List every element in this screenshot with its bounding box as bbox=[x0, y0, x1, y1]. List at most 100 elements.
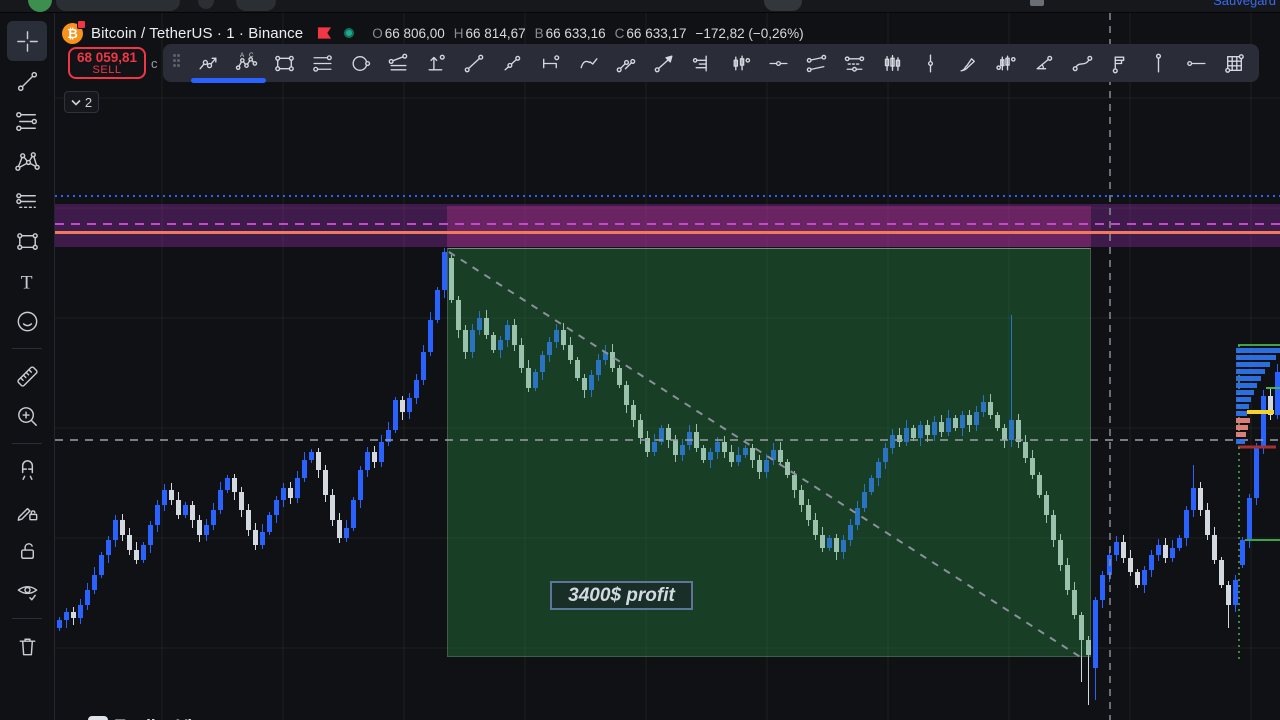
tool-growth-curve-icon[interactable] bbox=[1063, 44, 1101, 82]
remove-drawings-icon bbox=[19, 638, 35, 655]
volume-profile-bar bbox=[1236, 362, 1270, 367]
tool-brush-icon[interactable] bbox=[949, 44, 987, 82]
sell-price: 68 059,81 bbox=[76, 50, 138, 65]
tool-bar-pattern-icon[interactable] bbox=[987, 44, 1025, 82]
tool-bars-pattern-icon[interactable] bbox=[721, 44, 759, 82]
tool-zigzag-arrow-icon[interactable] bbox=[189, 44, 227, 82]
high-value: 66 814,67 bbox=[465, 25, 526, 41]
tool-parallel-channel-icon[interactable] bbox=[607, 44, 645, 82]
ruler-icon bbox=[16, 365, 38, 387]
sidebar-divider bbox=[12, 348, 42, 349]
sidebar-tool-emoji[interactable] bbox=[7, 301, 47, 341]
sidebar-tool-crosshair[interactable] bbox=[7, 21, 47, 61]
volume-profile-bar bbox=[1236, 369, 1265, 374]
high-label: H bbox=[453, 25, 464, 41]
tradingview-logo-mark bbox=[88, 716, 108, 720]
tradingview-chart-window: Sauvegard T 3400$ profit ₿ Bitcoin / Tet… bbox=[0, 0, 1280, 720]
volume-profile-bar bbox=[1236, 355, 1276, 360]
magnet-icon bbox=[21, 459, 33, 480]
sidebar-tool-text[interactable]: T bbox=[7, 261, 47, 301]
sidebar-tool-draw-lock[interactable] bbox=[7, 491, 47, 531]
sell-label: SELL bbox=[92, 64, 122, 77]
panel-icon[interactable] bbox=[1030, 0, 1044, 6]
fib-retracement-icon bbox=[15, 111, 37, 131]
sidebar-divider bbox=[12, 443, 42, 444]
long-short-position-icon bbox=[15, 192, 36, 208]
volume-profile-bar bbox=[1236, 397, 1251, 402]
emoji-icon bbox=[17, 311, 37, 331]
profit-text-label[interactable]: 3400$ profit bbox=[550, 581, 693, 610]
tool-volume-profile-icon[interactable] bbox=[683, 44, 721, 82]
drag-handle[interactable] bbox=[171, 54, 183, 72]
symbol-title[interactable]: Bitcoin / TetherUS · 1 · Binance bbox=[91, 25, 303, 42]
avatar[interactable] bbox=[28, 0, 52, 12]
tool-price-note-icon[interactable] bbox=[1101, 44, 1139, 82]
tool-ray-icon[interactable] bbox=[493, 44, 531, 82]
tool-arrow-marker-icon[interactable] bbox=[645, 44, 683, 82]
tool-circle-icon[interactable] bbox=[341, 44, 379, 82]
save-status[interactable]: Sauvegard bbox=[1213, 0, 1276, 8]
sidebar-tool-trend-line[interactable] bbox=[7, 61, 47, 101]
tool-vertical-line-icon[interactable] bbox=[911, 44, 949, 82]
bitcoin-logo-icon[interactable]: ₿ bbox=[62, 19, 86, 44]
tool-flat-channel-icon[interactable] bbox=[835, 44, 873, 82]
tool-fib-retracement-icon[interactable] bbox=[379, 44, 417, 82]
tool-disjoint-channel-icon[interactable] bbox=[797, 44, 835, 82]
close-label: C bbox=[614, 25, 625, 41]
tool-rectangle-icon[interactable] bbox=[265, 44, 303, 82]
trend-line-icon bbox=[17, 71, 37, 91]
plus-button[interactable] bbox=[764, 0, 802, 11]
layers-count-button[interactable]: 2 bbox=[64, 91, 99, 113]
sell-button[interactable]: 68 059,81 SELL bbox=[68, 47, 146, 79]
rectangle-icon bbox=[16, 232, 38, 250]
tool-long-position-icon[interactable] bbox=[417, 44, 455, 82]
sidebar-tool-xabcd-pattern[interactable] bbox=[7, 141, 47, 181]
tool-horizontal-line-icon[interactable] bbox=[759, 44, 797, 82]
volume-profile-bar bbox=[1236, 383, 1257, 388]
symbol-header: ₿ Bitcoin / TetherUS · 1 · Binance O 66 8… bbox=[62, 19, 804, 46]
pill-button[interactable] bbox=[236, 0, 276, 11]
flag-icon[interactable] bbox=[317, 26, 332, 40]
tool-trend-angle-icon[interactable] bbox=[1025, 44, 1063, 82]
tool-horizontal-ray-icon[interactable] bbox=[1177, 44, 1215, 82]
volume-profile-bar bbox=[1236, 425, 1248, 430]
sidebar-tool-ruler[interactable] bbox=[7, 356, 47, 396]
sidebar-tool-long-short-position[interactable] bbox=[7, 181, 47, 221]
tool-candles-pattern-icon[interactable] bbox=[873, 44, 911, 82]
low-label: B bbox=[534, 25, 544, 41]
close-value: 66 633,17 bbox=[626, 25, 687, 41]
crosshair-icon bbox=[16, 30, 38, 52]
tool-fixed-range-grid-icon[interactable] bbox=[1215, 44, 1253, 82]
tool-abc-pattern-icon[interactable]: AC bbox=[227, 44, 265, 82]
sidebar-tool-rectangle[interactable] bbox=[7, 221, 47, 261]
search-pill[interactable] bbox=[56, 0, 180, 11]
tool-extended-line-icon[interactable] bbox=[531, 44, 569, 82]
sidebar-tool-remove-drawings[interactable] bbox=[7, 626, 47, 666]
sidebar-tool-hide-drawings[interactable] bbox=[7, 571, 47, 611]
hide-drawings-icon bbox=[17, 585, 37, 600]
draw-lock-icon bbox=[17, 507, 37, 521]
sidebar-tool-lock-all[interactable] bbox=[7, 531, 47, 571]
volume-profile-bar bbox=[1236, 348, 1280, 353]
volume-profile-drawing[interactable] bbox=[0, 0, 1280, 720]
sidebar-tool-magnet[interactable] bbox=[7, 451, 47, 491]
tool-curve-icon[interactable] bbox=[569, 44, 607, 82]
tool-trend-line-icon[interactable] bbox=[455, 44, 493, 82]
volume-profile-bar bbox=[1236, 439, 1245, 444]
tool-parallel-lines-icon[interactable] bbox=[303, 44, 341, 82]
tradingview-logo[interactable]: TradingView bbox=[88, 716, 215, 720]
xabcd-pattern-icon bbox=[14, 151, 40, 171]
browser-top-strip: Sauvegard bbox=[0, 0, 1280, 13]
zoom-in-icon bbox=[17, 406, 37, 426]
sidebar-tool-zoom-in[interactable] bbox=[7, 396, 47, 436]
sidebar-tool-fib-retracement[interactable] bbox=[7, 101, 47, 141]
tool-info-line-icon[interactable] bbox=[1139, 44, 1177, 82]
svg-text:C: C bbox=[249, 52, 254, 59]
volume-profile-bar bbox=[1236, 404, 1249, 409]
connection-status-dot bbox=[344, 28, 355, 38]
tradingview-logo-text: TradingView bbox=[115, 716, 215, 720]
sidebar-divider bbox=[12, 618, 42, 619]
round-button[interactable] bbox=[198, 0, 214, 9]
volume-profile-bar bbox=[1236, 376, 1261, 381]
floating-drawing-toolbar: AC bbox=[163, 44, 1259, 83]
